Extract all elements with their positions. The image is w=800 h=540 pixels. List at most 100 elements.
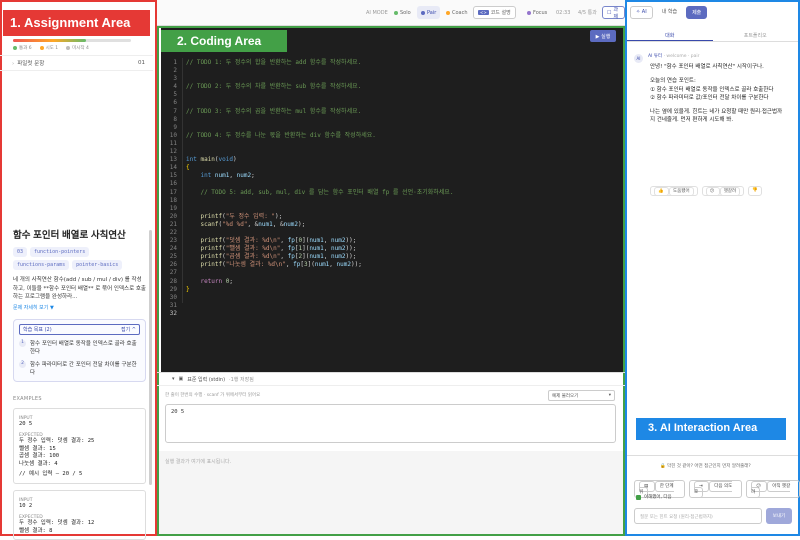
stdin-hint: 한 줄이 한번의 수행 · scanf 가 위에서부터 읽어요 xyxy=(165,392,260,398)
line-number: 22 xyxy=(163,229,177,237)
pair-dot-icon xyxy=(421,11,425,15)
still-confused-button[interactable]: 😕 아직 헷갈려 xyxy=(746,480,800,498)
line-number: 30 xyxy=(163,294,177,302)
tag: functions-params xyxy=(13,260,69,270)
line-number: 21 xyxy=(163,221,177,229)
topic-tags: 03 function-pointers functions-params po… xyxy=(13,247,146,270)
line-number: 18 xyxy=(163,197,177,205)
focus-dot-icon xyxy=(527,11,531,15)
mode-solo-label: Solo xyxy=(400,10,411,16)
tried-dot-icon xyxy=(40,46,44,50)
stdin-label: 표준 입력 (stdin) xyxy=(187,376,225,383)
reaction-helpful-label: 도움됐어 xyxy=(669,187,694,196)
more-details-link[interactable]: 문제 자세히 보기 ▼ xyxy=(13,304,146,311)
reaction-confused[interactable]: 😕 헷갈려 xyxy=(702,186,745,196)
legend-passed-label: 통과 6 xyxy=(19,45,32,51)
code-comment: // TODO 5: add, sub, mul, div 를 담는 함수 포인… xyxy=(200,189,453,196)
goal-item: 2함수 파라미터로 간 포인터 전달 차이를 구분한다 xyxy=(19,361,140,377)
next-intent-button[interactable]: ⇥ 다음 의도로 xyxy=(689,480,742,498)
checkbox-icon xyxy=(636,495,641,500)
stdin-header[interactable]: ▾ ▣ 표준 입력 (stdin) ·1행 저장됨 xyxy=(157,372,625,386)
legend-passed: 통과 6 xyxy=(13,45,32,51)
mode-solo-button[interactable]: Solo xyxy=(390,6,415,19)
goal-item: 1함수 포인터 배열로 동작을 인덱스로 골라 호출한다 xyxy=(19,340,140,356)
line-number: 2 xyxy=(163,67,177,75)
my-learning-button[interactable]: 내 학습 xyxy=(657,6,682,19)
focus-toggle[interactable]: Focus xyxy=(523,6,551,19)
line-number: 7 xyxy=(163,108,177,116)
example-expected: 두 정수 입력: 덧셈 결과: 25 뺄셈 결과: 15 곱셈 결과: 100 … xyxy=(19,438,140,468)
mode-coach-button[interactable]: Coach xyxy=(442,6,472,19)
line-number: 15 xyxy=(163,172,177,180)
assignment-scrollbar[interactable] xyxy=(149,230,152,485)
top-toolbar: AI MODE Solo Pair Coach <>코드 설명 Focus 02… xyxy=(157,0,625,26)
tag: function-pointers xyxy=(30,247,89,257)
output-panel: 실행 결과가 여기에 표시됩니다. xyxy=(159,451,623,534)
assignment-title: 함수 포인터 배열로 사칙연산 xyxy=(13,227,146,241)
example-expected: 두 정수 입력: 덧셈 결과: 12 뺄셈 결과: 8 xyxy=(19,520,140,535)
line-number: 12 xyxy=(163,148,177,156)
line-number: 27 xyxy=(163,269,177,277)
chevron-down-icon: ▾ xyxy=(172,376,175,382)
line-number: 16 xyxy=(163,180,177,188)
understood-checkbox[interactable]: 이해했어, 다음 xyxy=(636,494,672,500)
assignment-description: 네 개의 사칙연산 함수(add / sub / mul / div) 를 작성… xyxy=(13,276,146,302)
line-number: 1 xyxy=(163,59,177,67)
ai-top-buttons: ✧ AI 내 학습 제출 xyxy=(630,6,707,19)
tab-chat[interactable]: 대화 xyxy=(627,28,713,41)
ai-button[interactable]: ✧ AI xyxy=(630,6,653,19)
source-code[interactable]: // TODO 1: 두 정수의 합을 반환하는 add 함수를 작성하세요. … xyxy=(186,59,453,294)
file-label: 파일럿 문항 xyxy=(17,61,44,67)
ai-chat-input[interactable]: 질문 또는 힌트 요청 (원리·접근법까지) xyxy=(634,508,762,524)
ai-avatar: AI xyxy=(634,54,643,63)
focus-label: Focus xyxy=(533,10,547,16)
code-explain-button[interactable]: <>코드 설명 xyxy=(473,6,516,19)
line-number: 14 xyxy=(163,164,177,172)
send-button[interactable]: 보내기 xyxy=(766,508,792,524)
reaction-helpful[interactable]: 👍 도움됐어 xyxy=(650,186,698,196)
example-select-label: 예제 불러오기 xyxy=(552,393,578,399)
pilot-file-row[interactable]: ›파일럿 문항 01 xyxy=(0,55,153,71)
line-number: 32 xyxy=(163,310,177,318)
line-number: 6 xyxy=(163,99,177,107)
progress-fill xyxy=(13,39,86,42)
code-comment: // TODO 4: 두 정수를 나눈 몫을 반환하는 div 함수를 작성하세… xyxy=(186,132,376,139)
line-number: 13 xyxy=(163,156,177,164)
assignment-area-label: 1. Assignment Area xyxy=(3,10,150,36)
ai-sender: AI 튜터 · welcome · pair xyxy=(648,53,700,59)
goal-text: 함수 포인터 배열로 동작을 인덱스로 골라 호출한다 xyxy=(30,340,140,356)
ai-tabs: 대화 포트폴리오 xyxy=(627,28,798,42)
goals-toggle[interactable]: 접기 ^ xyxy=(121,326,136,333)
run-button[interactable]: ▶ 실행 xyxy=(590,30,616,42)
chevron-down-icon: ▾ xyxy=(609,393,611,398)
tab-portfolio[interactable]: 포트폴리오 xyxy=(713,28,799,41)
line-number: 25 xyxy=(163,253,177,261)
mode-pair-label: Pair xyxy=(427,10,436,16)
assignment-body: 함수 포인터 배열로 사칙연산 03 function-pointers fun… xyxy=(13,227,146,540)
line-number: 20 xyxy=(163,213,177,221)
goals-header[interactable]: 학습 목표 (2) 접기 ^ xyxy=(19,324,140,335)
task-button[interactable]: ☐과제 xyxy=(602,6,625,19)
line-number: 8 xyxy=(163,116,177,124)
ai-name-sub: · welcome · pair xyxy=(664,54,700,59)
line-number: 31 xyxy=(163,302,177,310)
coding-area-label: 2. Coding Area xyxy=(161,30,287,52)
goal-text: 함수 파라미터로 간 포인터 전달 차이를 구분한다 xyxy=(30,361,140,377)
message-paragraph: 나는 옆에 있을게. 힌트는 네가 요청할 때만 원리·접근법까지 건네줄게. … xyxy=(650,108,786,125)
code-icon: <> xyxy=(478,10,489,15)
legend-not-started-label: 미시작 4 xyxy=(72,45,89,51)
line-number: 24 xyxy=(163,245,177,253)
message-paragraph: 안녕! "함수 포인터 배열로 사칙연산" 시작이구나. xyxy=(650,63,786,71)
gutter-divider xyxy=(182,58,183,303)
stdin-input[interactable]: 20 5 xyxy=(165,404,616,443)
code-comment: // TODO 1: 두 정수의 합을 반환하는 add 함수를 작성하세요. xyxy=(186,59,361,66)
thumb-up-icon: 👍 xyxy=(654,187,669,196)
mode-pair-button[interactable]: Pair xyxy=(417,6,440,19)
reaction-dislike[interactable]: 👎 xyxy=(748,186,762,196)
line-number: 10 xyxy=(163,132,177,140)
submit-button[interactable]: 제출 xyxy=(686,6,707,19)
code-comment: // TODO 2: 두 정수의 차를 반환하는 sub 함수를 작성하세요. xyxy=(186,83,361,90)
ai-area-label: 3. AI Interaction Area xyxy=(636,418,786,440)
line-number: 11 xyxy=(163,140,177,148)
example-select[interactable]: 예제 불러오기 ▾ xyxy=(548,390,615,401)
